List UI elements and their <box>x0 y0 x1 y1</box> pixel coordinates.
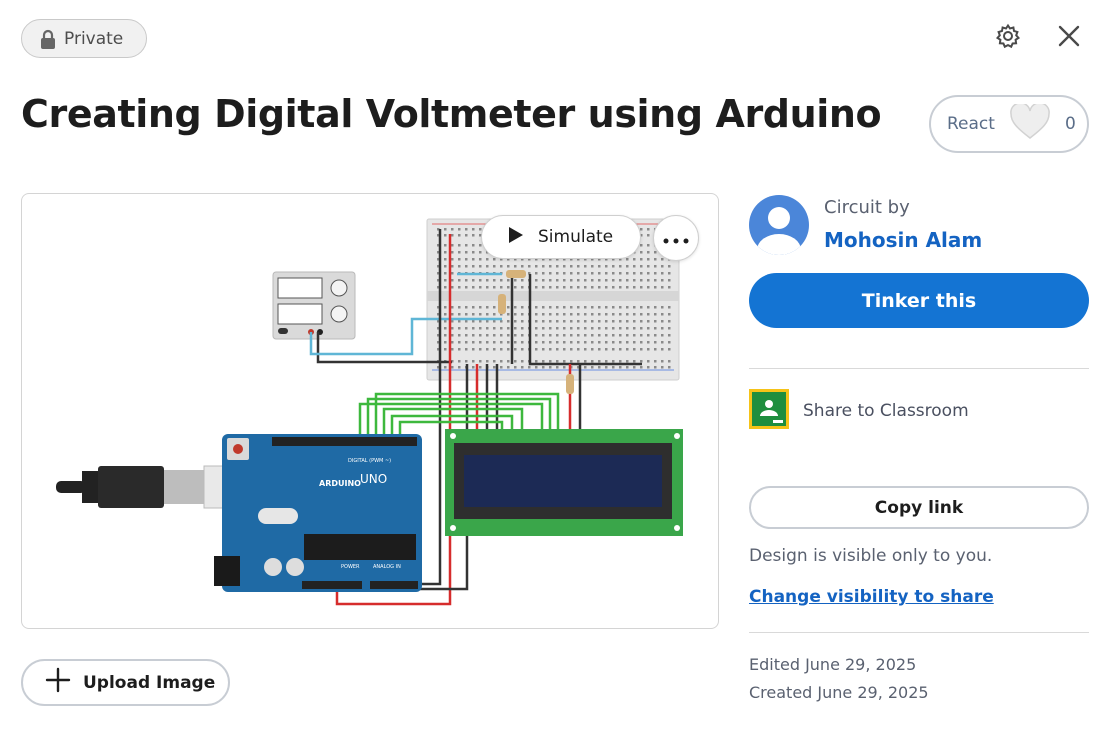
copy-link-button[interactable]: Copy link <box>749 486 1089 529</box>
gear-icon <box>995 23 1021 53</box>
page-title: Creating Digital Voltmeter using Arduino <box>21 92 882 136</box>
simulate-button[interactable]: Simulate <box>481 215 641 259</box>
svg-text:DIGITAL (PWM ~): DIGITAL (PWM ~) <box>348 458 391 464</box>
close-icon <box>1058 25 1080 51</box>
divider <box>749 632 1089 633</box>
visibility-text: Design is visible only to you. <box>749 546 993 566</box>
lock-icon <box>40 29 56 49</box>
usb-cable <box>56 465 235 509</box>
svg-text:POWER: POWER <box>341 564 360 570</box>
react-count: 0 <box>1064 114 1076 134</box>
classroom-label: Share to Classroom <box>803 401 969 421</box>
upload-image-button[interactable]: Upload Image <box>21 659 230 706</box>
react-button[interactable]: React 0 <box>929 95 1089 153</box>
plus-icon <box>45 667 71 698</box>
svg-text:ANALOG IN: ANALOG IN <box>373 564 401 570</box>
circuit-canvas[interactable]: ARDUINO UNO DIGITAL (PWM ~) POWER ANALOG… <box>21 193 719 629</box>
change-visibility-link[interactable]: Change visibility to share <box>749 587 994 607</box>
heart-icon <box>1009 102 1051 144</box>
upload-label: Upload Image <box>83 672 216 693</box>
circuit-by-label: Circuit by <box>824 197 910 218</box>
avatar-icon <box>749 195 809 255</box>
share-to-classroom[interactable]: Share to Classroom <box>749 389 969 433</box>
divider <box>749 368 1089 369</box>
tinker-this-button[interactable]: Tinker this <box>749 273 1089 328</box>
svg-text:ARDUINO: ARDUINO <box>319 479 361 488</box>
power-supply <box>272 271 356 340</box>
settings-button[interactable] <box>992 22 1024 54</box>
more-options-button[interactable] <box>653 215 699 261</box>
author-link[interactable]: Mohosin Alam <box>824 228 982 252</box>
simulate-label: Simulate <box>538 227 614 247</box>
privacy-badge[interactable]: Private <box>21 19 147 58</box>
lcd-display <box>445 429 683 536</box>
play-icon <box>508 226 524 249</box>
react-label: React <box>947 114 995 134</box>
more-icon <box>663 229 689 248</box>
classroom-icon <box>749 389 789 433</box>
circuit-illustration: ARDUINO UNO DIGITAL (PWM ~) POWER ANALOG… <box>56 218 683 606</box>
close-button[interactable] <box>1053 22 1085 54</box>
edited-date: Edited June 29, 2025 <box>749 655 917 674</box>
created-date: Created June 29, 2025 <box>749 683 929 702</box>
arduino-board: ARDUINO UNO DIGITAL (PWM ~) POWER ANALOG… <box>214 434 422 592</box>
avatar[interactable] <box>749 195 809 255</box>
privacy-label: Private <box>64 28 124 49</box>
svg-text:UNO: UNO <box>360 472 387 486</box>
